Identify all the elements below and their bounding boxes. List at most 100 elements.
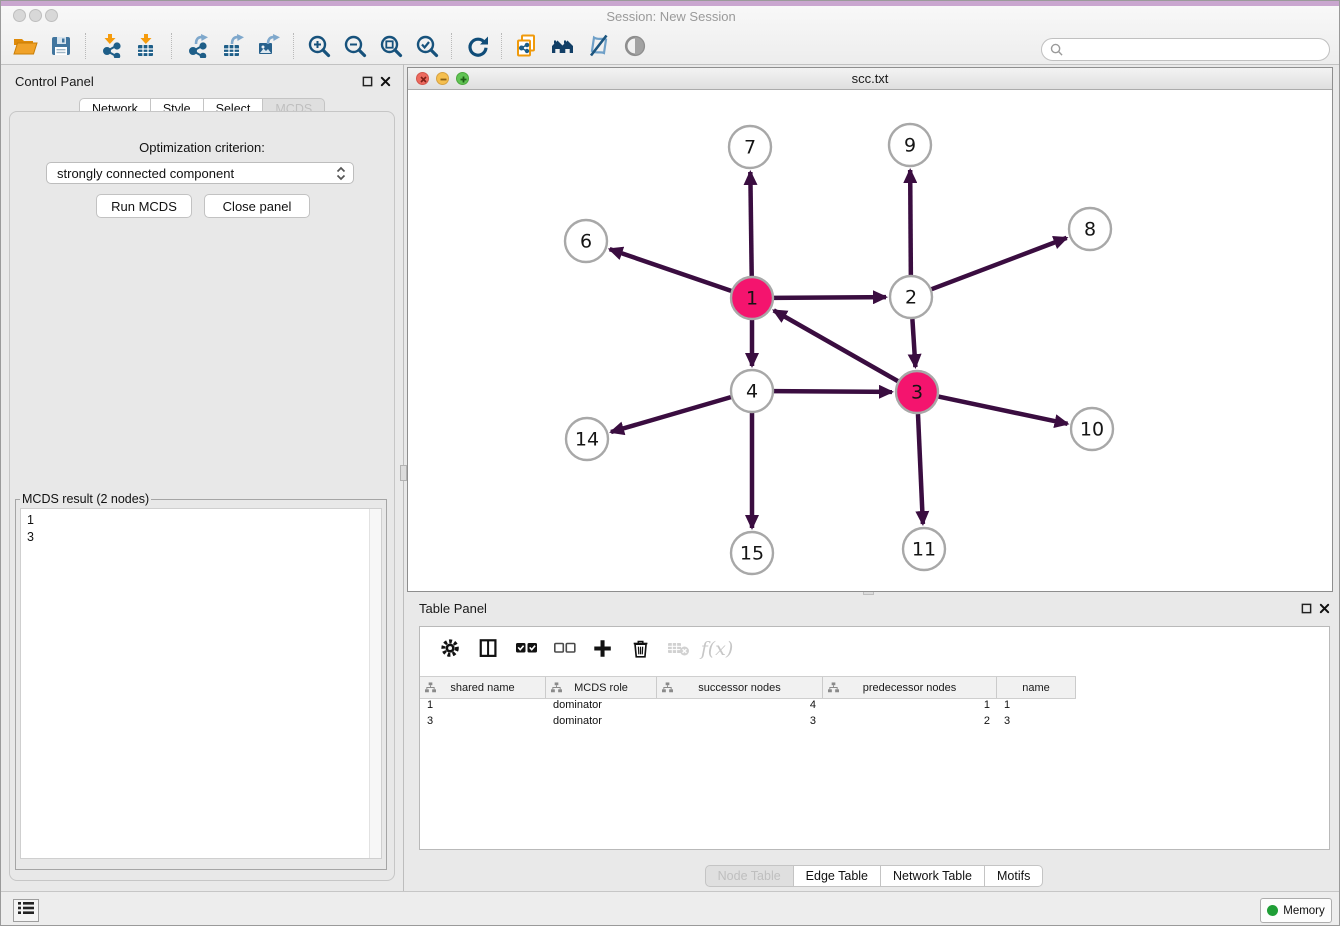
vertical-splitter-handle[interactable] [400,465,407,481]
network-from-selection-icon[interactable] [509,31,545,61]
table-row[interactable]: 3dominator323 [420,714,1329,730]
window-title: Session: New Session [1,9,1340,24]
task-history-button[interactable] [13,899,39,922]
tab-node-table[interactable]: Node Table [705,865,794,887]
table-panel: Table Panel f(x) shared nameMCDS rolesuc… [407,596,1340,891]
show-hide-icon[interactable] [617,31,653,61]
cytoscape-window: Session: New Session Control Panel Netwo… [0,0,1340,926]
add-row-icon[interactable] [586,633,620,665]
node-label-8: 8 [1084,219,1096,241]
toolbar-separator [501,33,503,59]
column-header-predecessor-nodes[interactable]: predecessor nodes [823,677,997,698]
import-network-icon[interactable] [93,31,129,61]
optimization-criterion-dropdown[interactable]: strongly connected component [46,162,354,184]
column-header-successor-nodes[interactable]: successor nodes [657,677,823,698]
node-label-3: 3 [911,382,923,404]
refresh-layout-icon[interactable] [459,31,495,61]
edge-2-3[interactable] [912,319,915,367]
export-image-icon[interactable] [251,31,287,61]
node-label-15: 15 [740,543,764,565]
edge-2-9[interactable] [910,170,911,275]
close-panel-button[interactable]: Close panel [204,194,310,218]
column-layout-icon[interactable] [472,633,506,665]
main-toolbar [7,29,653,63]
control-panel-title: Control Panel [15,74,94,89]
search-box[interactable] [1041,38,1330,61]
node-label-1: 1 [746,288,758,310]
edge-1-6[interactable] [610,249,732,291]
toolbar-separator [85,33,87,59]
table-float-icon[interactable] [1300,602,1313,615]
edge-3-1[interactable] [774,310,898,381]
function-builder-icon: f(x) [700,633,734,665]
table-panel-title: Table Panel [419,601,487,616]
edge-4-14[interactable] [611,397,731,432]
settings-gear-icon[interactable] [434,633,468,665]
export-table-icon[interactable] [215,31,251,61]
select-all-icon[interactable] [510,633,544,665]
list-icon [18,901,34,920]
delete-table-icon [662,633,696,665]
memory-label: Memory [1283,905,1325,917]
zoom-fit-icon[interactable] [373,31,409,61]
float-panel-icon[interactable] [361,75,374,88]
zoom-out-icon[interactable] [337,31,373,61]
toolbar-separator [451,33,453,59]
window-chrome: Session: New Session [1,6,1340,65]
node-label-4: 4 [746,381,758,403]
edge-2-8[interactable] [932,238,1067,289]
export-network-icon[interactable] [179,31,215,61]
search-input[interactable] [1067,42,1329,58]
run-mcds-button[interactable]: Run MCDS [96,194,192,218]
table-cell[interactable]: 3 [657,714,823,730]
table-cell[interactable]: 1 [420,698,546,714]
table-cell[interactable]: 1 [823,698,997,714]
edge-4-3[interactable] [774,391,892,392]
delete-row-icon[interactable] [624,633,658,665]
edge-3-10[interactable] [939,397,1068,424]
search-icon [1050,43,1063,56]
table-cell[interactable]: 4 [657,698,823,714]
column-header-name[interactable]: name [997,677,1076,698]
table-cell[interactable]: 1 [997,698,1076,714]
zoom-selected-icon[interactable] [409,31,445,61]
tab-network-table[interactable]: Network Table [881,865,985,887]
optimization-criterion-label: Optimization criterion: [10,140,394,155]
save-session-icon[interactable] [43,31,79,61]
import-table-icon[interactable] [129,31,165,61]
table-cell[interactable]: 2 [823,714,997,730]
deselect-all-icon[interactable] [548,633,582,665]
chevron-updown-icon [336,166,346,181]
table-close-icon[interactable] [1318,602,1331,615]
result-scrollbar[interactable] [369,509,381,858]
table-cell[interactable]: 3 [420,714,546,730]
node-label-9: 9 [904,135,916,157]
node-label-11: 11 [912,539,936,561]
mcds-result-text[interactable]: 1 3 [20,508,382,859]
table-cell[interactable]: dominator [546,698,657,714]
open-session-icon[interactable] [7,31,43,61]
memory-button[interactable]: Memory [1260,898,1332,923]
memory-status-icon [1267,905,1278,916]
network-view-window: scc.txt 7968124314101511 [407,67,1333,592]
hide-graphics-details-icon[interactable] [581,31,617,61]
tab-motifs[interactable]: Motifs [985,865,1043,887]
table-row[interactable]: 1dominator411 [420,698,1329,714]
toolbar-separator [171,33,173,59]
edge-1-7[interactable] [750,172,751,276]
column-header-MCDS-role[interactable]: MCDS role [546,677,657,698]
column-header-shared-name[interactable]: shared name [420,677,546,698]
node-label-10: 10 [1080,419,1104,441]
close-panel-icon[interactable] [379,75,392,88]
node-label-2: 2 [905,287,917,309]
table-cell[interactable]: 3 [997,714,1076,730]
edge-1-2[interactable] [774,297,886,298]
zoom-in-icon[interactable] [301,31,337,61]
tab-edge-table[interactable]: Edge Table [794,865,881,887]
network-title: scc.txt [408,71,1332,86]
table-cell[interactable]: dominator [546,714,657,730]
first-neighbors-icon[interactable] [545,31,581,61]
edge-3-11[interactable] [918,414,923,524]
network-canvas[interactable]: 7968124314101511 [408,90,1332,591]
network-view-titlebar[interactable]: scc.txt [408,68,1332,90]
